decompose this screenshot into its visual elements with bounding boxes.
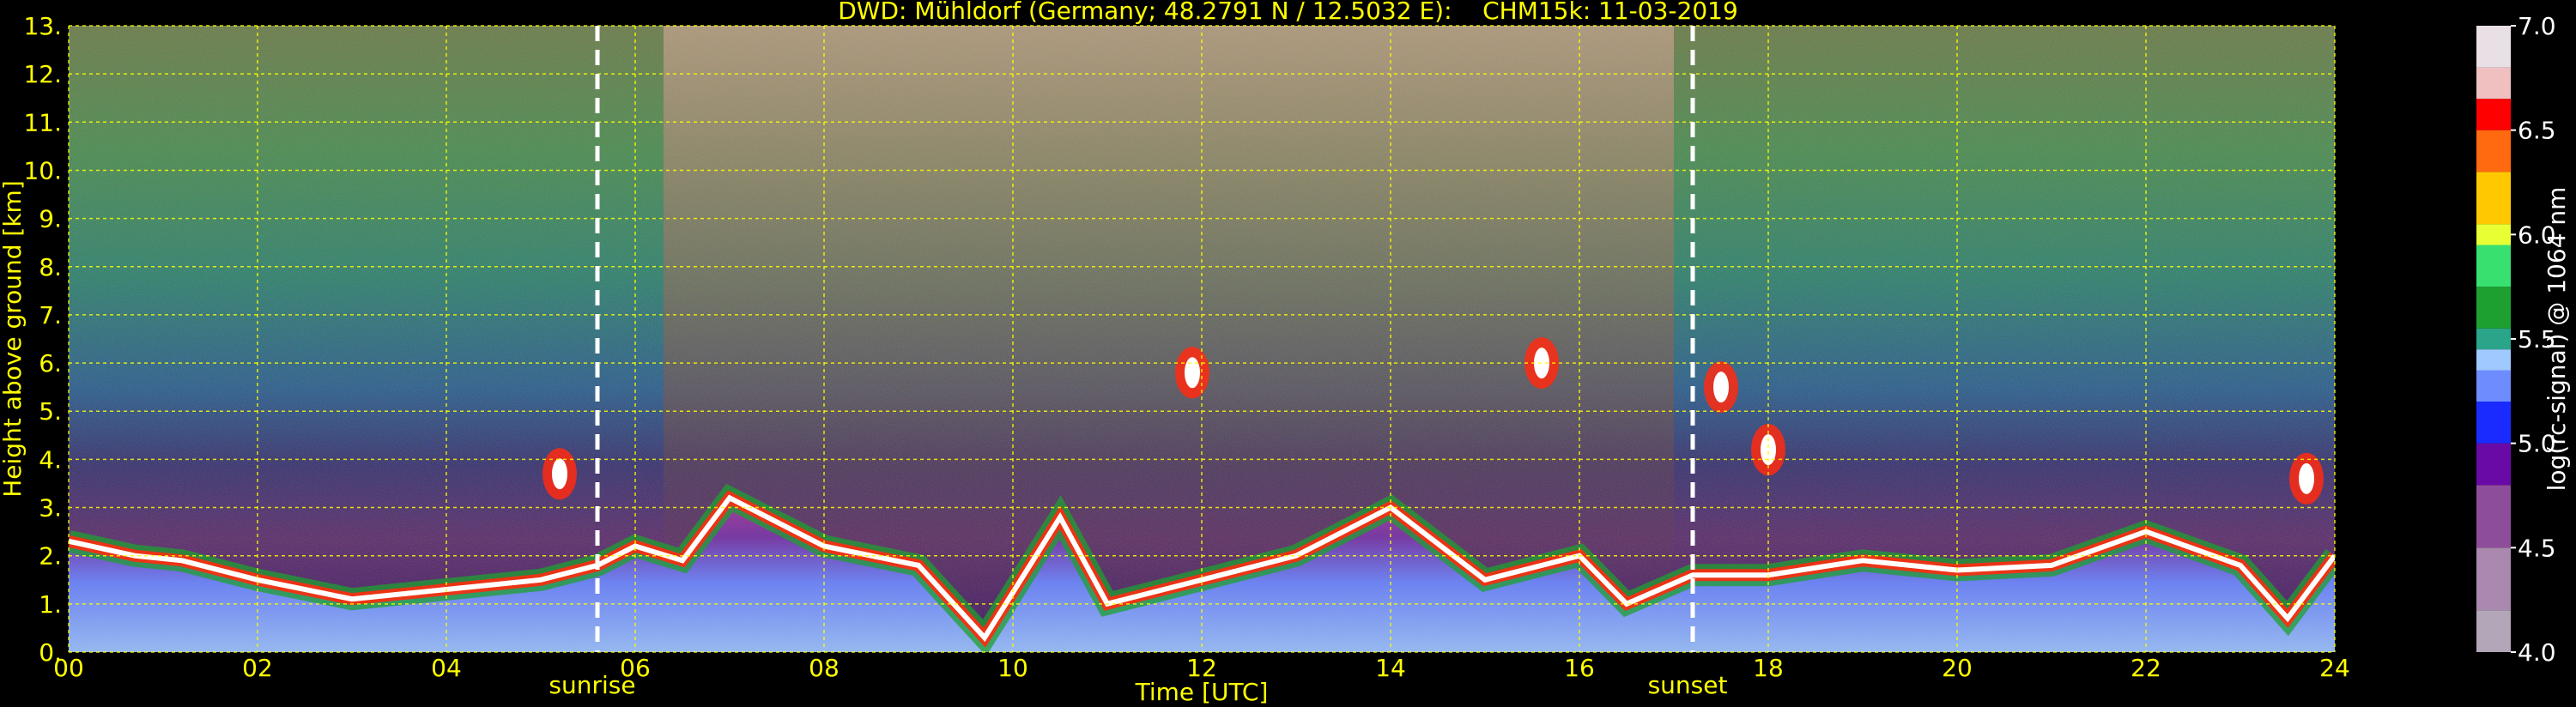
colorbar-segment	[2476, 402, 2511, 444]
colorbar-tick-label: 4.0	[2518, 638, 2556, 667]
colorbar-tick-label: 6.5	[2518, 117, 2556, 145]
colorbar-segment	[2476, 328, 2511, 350]
colorbar-segment	[2476, 172, 2511, 225]
colorbar-tick-label: 7.0	[2518, 12, 2556, 40]
colorbar-segment	[2476, 287, 2511, 329]
colorbar: 4.04.55.05.56.06.57.0 log(rc-signal) @ 1…	[2476, 12, 2571, 667]
colorbar-label: log(rc-signal) @ 1064 nm	[2543, 187, 2571, 492]
colorbar-segment	[2476, 610, 2511, 652]
colorbar-segment	[2476, 26, 2511, 68]
colorbar-segment	[2476, 370, 2511, 402]
colorbar-segments	[2476, 26, 2511, 652]
colorbar-segment	[2476, 485, 2511, 548]
colorbar-segment	[2476, 349, 2511, 371]
colorbar-segment	[2476, 99, 2511, 130]
colorbar-tick-label: 4.5	[2518, 534, 2556, 562]
colorbar-segment	[2476, 130, 2511, 172]
colorbar-segment	[2476, 443, 2511, 486]
colorbar-segment	[2476, 245, 2511, 287]
colorbar-segment	[2476, 547, 2511, 611]
colorbar-segment	[2476, 224, 2511, 245]
colorbar-segment	[2476, 67, 2511, 100]
